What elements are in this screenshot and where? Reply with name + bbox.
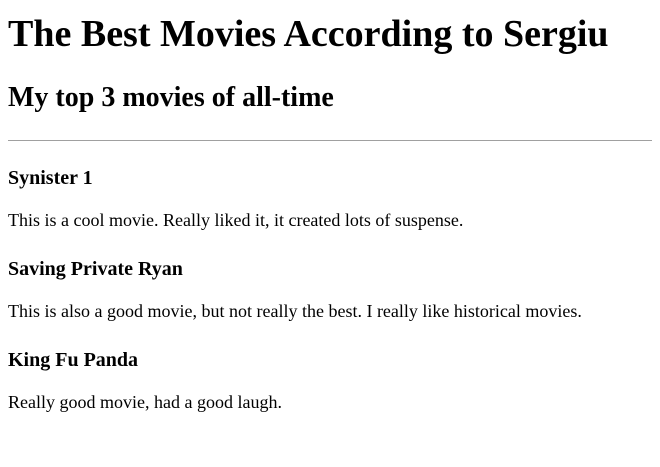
movie-item: Saving Private Ryan This is also a good … <box>8 231 652 322</box>
movie-description: Really good movie, had a good laugh. <box>8 392 282 412</box>
page-title: The Best Movies According to Sergiu <box>8 13 609 55</box>
page-subtitle: My top 3 movies of all-time <box>8 82 334 113</box>
movie-title: Saving Private Ryan <box>8 258 183 280</box>
movie-title: King Fu Panda <box>8 349 139 371</box>
movie-title: Synister 1 <box>8 167 93 189</box>
movie-item: Synister 1 This is a cool movie. Really … <box>8 141 652 231</box>
page-content: The Best Movies According to Sergiu My t… <box>0 12 660 413</box>
movie-description: This is also a good movie, but not reall… <box>8 301 582 321</box>
movie-item: King Fu Panda Really good movie, had a g… <box>8 322 652 413</box>
movie-description: This is a cool movie. Really liked it, i… <box>8 210 464 230</box>
